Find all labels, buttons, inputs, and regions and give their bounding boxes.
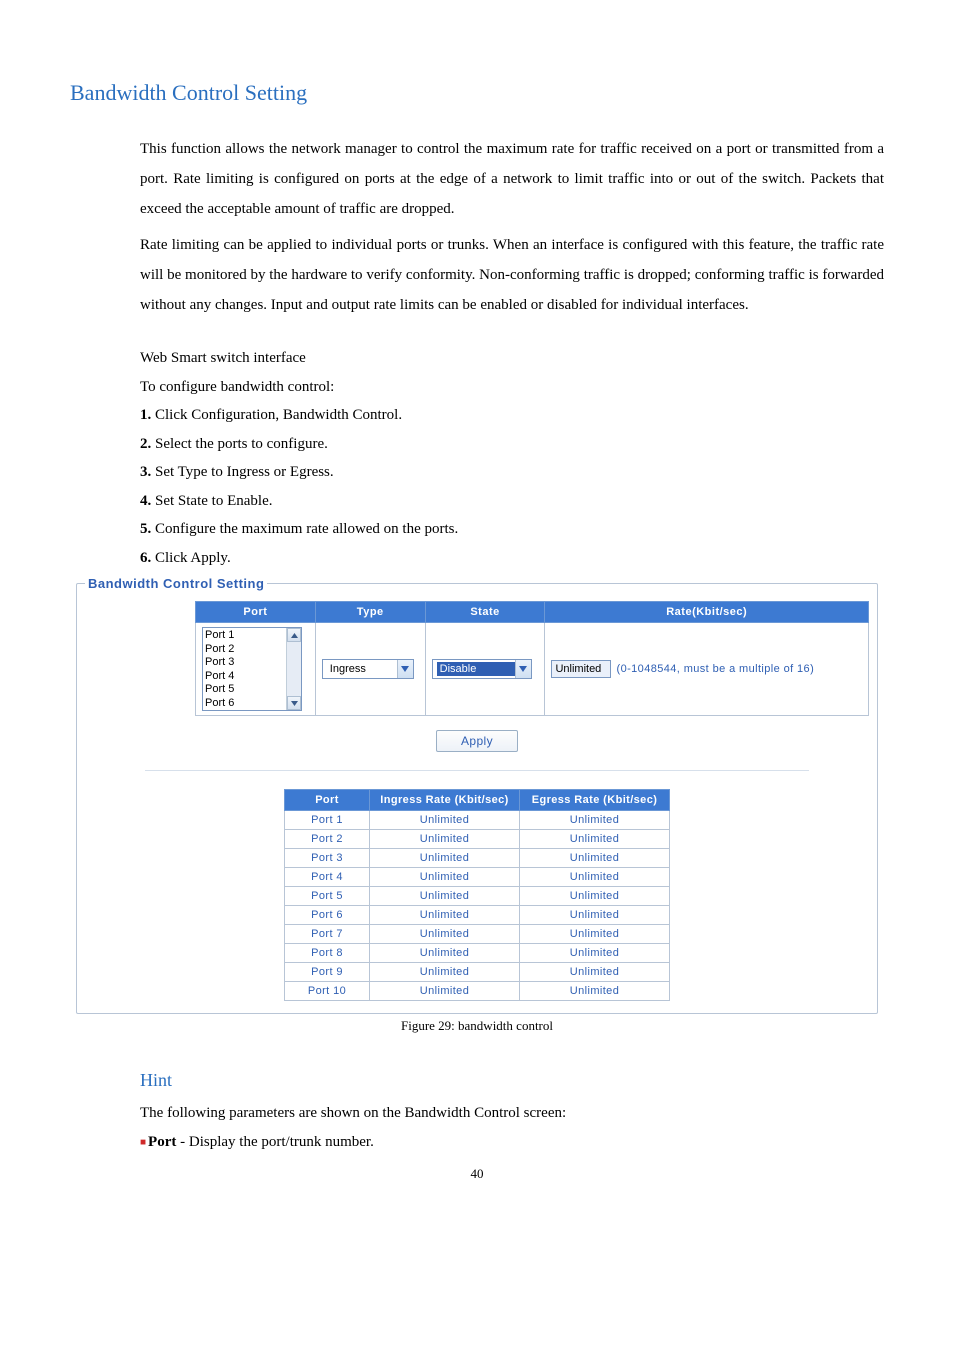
state-select[interactable]: Disable [432, 659, 532, 679]
rate-input[interactable] [551, 660, 611, 678]
th-rate: Rate(Kbit/sec) [545, 602, 869, 623]
step-item: 3. Set Type to Ingress or Egress. [140, 458, 884, 487]
port-listbox[interactable]: Port 1Port 2Port 3Port 4Port 5Port 6 [202, 627, 302, 711]
table-cell: Unlimited [520, 906, 670, 925]
table-cell: Port 4 [285, 868, 370, 887]
table-cell: Unlimited [370, 982, 520, 1001]
th-state: State [425, 602, 545, 623]
table-cell: Unlimited [520, 811, 670, 830]
table-cell: Unlimited [520, 944, 670, 963]
th-rates-ingress: Ingress Rate (Kbit/sec) [370, 790, 520, 811]
step-item: 6. Click Apply. [140, 544, 884, 573]
table-cell: Unlimited [370, 963, 520, 982]
step-item: 1. Click Configuration, Bandwidth Contro… [140, 401, 884, 430]
table-row: Port 3UnlimitedUnlimited [285, 849, 670, 868]
table-cell: Unlimited [370, 811, 520, 830]
divider [145, 770, 809, 771]
type-select[interactable]: Ingress [322, 659, 414, 679]
subhead-wss: Web Smart switch interface [140, 344, 884, 373]
table-row: Port 10UnlimitedUnlimited [285, 982, 670, 1001]
table-cell: Port 9 [285, 963, 370, 982]
port-list-option[interactable]: Port 6 [205, 697, 286, 711]
table-row: Port 6UnlimitedUnlimited [285, 906, 670, 925]
table-cell: Unlimited [520, 849, 670, 868]
bullet-desc: - Display the port/trunk number. [180, 1134, 374, 1150]
table-cell: Port 7 [285, 925, 370, 944]
rate-hint-text: (0-1048544, must be a multiple of 16) [617, 663, 815, 675]
state-select-value: Disable [437, 662, 515, 676]
port-list-option[interactable]: Port 5 [205, 683, 286, 697]
bullet-term: Port [148, 1134, 180, 1150]
port-list-items[interactable]: Port 1Port 2Port 3Port 4Port 5Port 6 [203, 628, 286, 710]
table-cell: Unlimited [370, 944, 520, 963]
table-cell: Unlimited [520, 830, 670, 849]
step-item: 4. Set State to Enable. [140, 487, 884, 516]
apply-button[interactable]: Apply [436, 730, 518, 752]
table-cell: Unlimited [520, 982, 670, 1001]
table-cell: Unlimited [370, 906, 520, 925]
figure-caption: Figure 29: bandwidth control [70, 1018, 884, 1034]
hint-bullet: ■Port - Display the port/trunk number. [140, 1128, 884, 1157]
table-cell: Unlimited [520, 925, 670, 944]
table-cell: Port 2 [285, 830, 370, 849]
port-list-option[interactable]: Port 3 [205, 656, 286, 670]
table-row: Port 4UnlimitedUnlimited [285, 868, 670, 887]
table-cell: Port 1 [285, 811, 370, 830]
hint-heading: Hint [140, 1070, 884, 1091]
th-rates-egress: Egress Rate (Kbit/sec) [520, 790, 670, 811]
bandwidth-fieldset: Bandwidth Control Setting Port Type Stat… [76, 576, 878, 1014]
table-cell: Unlimited [520, 887, 670, 906]
table-row: Port 8UnlimitedUnlimited [285, 944, 670, 963]
table-row: Port 1UnlimitedUnlimited [285, 811, 670, 830]
step-item: 2. Select the ports to configure. [140, 430, 884, 459]
table-cell: Port 3 [285, 849, 370, 868]
table-cell: Port 10 [285, 982, 370, 1001]
rates-table: Port Ingress Rate (Kbit/sec) Egress Rate… [284, 789, 670, 1001]
table-cell: Unlimited [370, 830, 520, 849]
page-number: 40 [70, 1166, 884, 1182]
square-bullet-icon: ■ [140, 1137, 146, 1148]
table-row: Port 7UnlimitedUnlimited [285, 925, 670, 944]
chevron-down-icon[interactable] [515, 660, 531, 678]
paragraph-1: This function allows the network manager… [140, 134, 884, 224]
table-cell: Unlimited [370, 925, 520, 944]
table-cell: Unlimited [370, 868, 520, 887]
chevron-down-icon[interactable] [397, 660, 413, 678]
fieldset-legend: Bandwidth Control Setting [85, 576, 267, 591]
th-port: Port [196, 602, 316, 623]
config-table: Port Type State Rate(Kbit/sec) Port 1Por… [195, 601, 869, 716]
port-list-scrollbar[interactable] [286, 628, 301, 710]
table-cell: Port 6 [285, 906, 370, 925]
type-select-value: Ingress [327, 662, 397, 676]
table-cell: Port 8 [285, 944, 370, 963]
hint-intro: The following parameters are shown on th… [140, 1099, 884, 1128]
scroll-down-icon[interactable] [287, 696, 301, 710]
page-title: Bandwidth Control Setting [70, 80, 884, 106]
table-cell: Unlimited [370, 887, 520, 906]
steps-list: 1. Click Configuration, Bandwidth Contro… [140, 401, 884, 572]
port-list-option[interactable]: Port 2 [205, 643, 286, 657]
table-row: Port 5UnlimitedUnlimited [285, 887, 670, 906]
th-rates-port: Port [285, 790, 370, 811]
table-cell: Port 5 [285, 887, 370, 906]
paragraph-2: Rate limiting can be applied to individu… [140, 230, 884, 320]
rates-table-body: Port 1UnlimitedUnlimitedPort 2UnlimitedU… [285, 811, 670, 1001]
subhead-toconf: To configure bandwidth control: [140, 373, 884, 402]
table-row: Port 9UnlimitedUnlimited [285, 963, 670, 982]
port-list-option[interactable]: Port 1 [205, 629, 286, 643]
scroll-up-icon[interactable] [287, 628, 301, 642]
port-list-option[interactable]: Port 4 [205, 670, 286, 684]
table-cell: Unlimited [520, 963, 670, 982]
table-cell: Unlimited [370, 849, 520, 868]
table-row: Port 2UnlimitedUnlimited [285, 830, 670, 849]
th-type: Type [315, 602, 425, 623]
table-cell: Unlimited [520, 868, 670, 887]
step-item: 5. Configure the maximum rate allowed on… [140, 515, 884, 544]
